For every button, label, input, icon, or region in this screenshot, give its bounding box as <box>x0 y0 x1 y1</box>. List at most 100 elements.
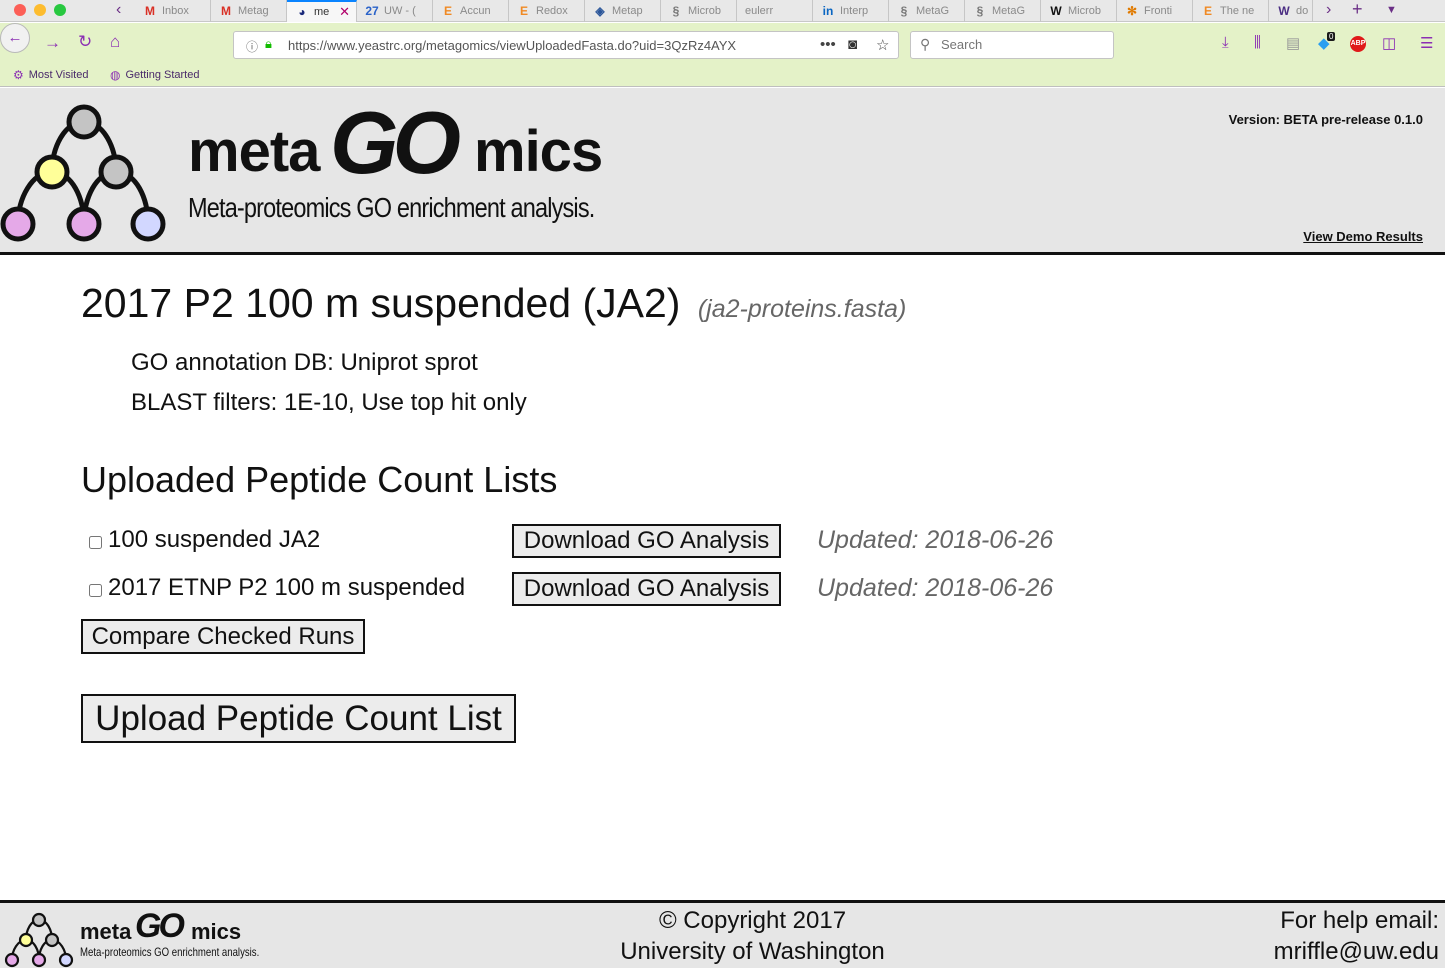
bookmark-most-visited[interactable]: ⚙ Most Visited <box>13 68 88 82</box>
download-go-analysis-button[interactable]: Download GO Analysis <box>512 572 781 606</box>
browser-tab[interactable]: ◈ Metap <box>585 0 661 22</box>
tab-label: me <box>314 6 330 18</box>
new-tab-icon[interactable]: + <box>1352 0 1363 20</box>
gmail-icon: M <box>145 4 155 18</box>
copyright-line: © Copyright 2017 <box>658 907 847 934</box>
tab-label: MetaG <box>992 5 1026 17</box>
tab-label: Fronti <box>1144 5 1173 17</box>
bookmark-star-icon[interactable]: ☆ <box>876 36 889 54</box>
browser-tab[interactable]: Wdo <box>1269 0 1313 22</box>
browser-tab[interactable]: eulerr <box>737 0 813 22</box>
close-window-button[interactable] <box>14 4 26 16</box>
help-email[interactable]: mriffle@uw.edu <box>1274 936 1439 967</box>
tab-label: UW - ( <box>384 5 416 17</box>
tab-scroll-right-icon[interactable]: › <box>1326 1 1331 19</box>
maximize-window-button[interactable] <box>54 4 66 16</box>
browser-tab[interactable]: W Microb <box>1041 0 1117 22</box>
logo-node-left <box>34 154 70 190</box>
site-footer: meta GO mics Meta-proteomics GO enrichme… <box>0 900 1445 968</box>
tab-label: Inbox <box>162 5 189 17</box>
tab-list-icon[interactable]: ▼ <box>1386 4 1397 16</box>
tab-label: MetaG <box>916 5 950 17</box>
close-tab-icon[interactable]: ✕ <box>339 4 350 20</box>
tab-scroll-left-icon[interactable]: ‹ <box>116 1 121 19</box>
link-icon: § <box>976 4 984 18</box>
search-icon: ⚲ <box>920 36 931 52</box>
reload-button[interactable]: ↻ <box>78 32 92 52</box>
compare-checked-runs-button[interactable]: Compare Checked Runs <box>81 619 365 654</box>
browser-tab[interactable]: ◕ me ✕ <box>287 0 357 22</box>
tab-label: Interp <box>840 5 869 17</box>
logo-tagline: Meta-proteomics GO enrichment analysis. <box>188 192 595 223</box>
help-label: For help email: <box>1280 907 1439 934</box>
address-bar[interactable]: ⓘ 🔒︎ https://www.yeastrc.org/metagomics/… <box>233 31 899 59</box>
adblock-icon[interactable]: ABP <box>1350 36 1366 52</box>
uw-icon: W <box>1278 4 1290 18</box>
copyright: © Copyright 2017 University of Washingto… <box>0 905 1445 967</box>
site-info-icon[interactable]: ⓘ <box>246 38 258 55</box>
section-heading: Uploaded Peptide Count Lists <box>81 459 558 500</box>
tab-label: Microb <box>688 5 722 17</box>
browser-tab[interactable]: E The ne <box>1193 0 1269 22</box>
run-updated-date: Updated: 2018-06-26 <box>817 526 1054 554</box>
logo-meta-text: meta <box>188 119 320 184</box>
run-checkbox[interactable] <box>89 584 102 597</box>
site-header: meta GO mics Meta-proteomics GO enrichme… <box>0 88 1445 255</box>
browser-tab[interactable]: § Microb <box>661 0 737 22</box>
gear-icon: ⚙ <box>13 68 24 82</box>
page-actions-icon[interactable]: ••• <box>820 36 836 53</box>
fasta-file-name: (ja2-proteins.fasta) <box>697 295 907 323</box>
back-button[interactable]: ← <box>0 23 30 53</box>
run-name: 2017 ETNP P2 100 m suspended <box>108 574 466 601</box>
sidebar-icon[interactable]: ◫ <box>1382 34 1396 52</box>
forward-button[interactable]: → <box>44 33 61 53</box>
link-icon: § <box>672 4 680 18</box>
home-button[interactable]: ⌂ <box>110 32 120 52</box>
menu-icon[interactable]: ☰ <box>1420 34 1433 52</box>
tab-label: Accun <box>460 5 491 17</box>
version-label: Version: BETA pre-release 0.1.0 <box>1228 112 1423 127</box>
browser-tab[interactable]: E Accun <box>433 0 509 22</box>
frontiers-icon: ✻ <box>1126 4 1138 18</box>
run-checkbox[interactable] <box>89 536 102 549</box>
browser-tab[interactable]: ✻ Fronti <box>1117 0 1193 22</box>
browser-tab[interactable]: M Inbox <box>135 0 211 22</box>
logo-node-bottom-1 <box>0 206 36 242</box>
downloads-icon[interactable]: ⤓ <box>1222 34 1229 51</box>
pocket-icon[interactable]: ◙ <box>848 36 857 53</box>
tab-label: Redox <box>536 5 568 17</box>
browser-tab[interactable]: in Interp <box>813 0 889 22</box>
search-box[interactable]: ⚲ <box>910 31 1114 59</box>
browser-tab[interactable]: E Redox <box>509 0 585 22</box>
reader-icon[interactable]: ▤ <box>1286 34 1300 52</box>
browser-tab[interactable]: § MetaG <box>889 0 965 22</box>
run-row: 100 suspended JA2 Download GO Analysis U… <box>81 524 1181 564</box>
download-go-analysis-button[interactable]: Download GO Analysis <box>512 524 781 558</box>
logo-node-top <box>66 104 102 140</box>
tab-label: Metap <box>612 5 643 17</box>
metagomics-logo-icon[interactable] <box>0 98 172 248</box>
e-icon: E <box>519 4 528 18</box>
e-icon: E <box>443 4 452 18</box>
browser-tab[interactable]: M Metag <box>211 0 287 22</box>
gmail-icon: M <box>221 4 231 18</box>
logo-node-bottom-2 <box>66 206 102 242</box>
globe-icon: ◍ <box>110 68 121 82</box>
linkedin-icon: in <box>822 4 834 18</box>
library-icon[interactable]: ⫼ <box>1254 34 1261 51</box>
page-title: 2017 P2 100 m suspended (JA2) (ja2-prote… <box>81 280 906 327</box>
logo-mics-text: mics <box>474 119 603 184</box>
help-contact: For help email: mriffle@uw.edu <box>1274 905 1439 967</box>
search-input[interactable] <box>941 37 1101 52</box>
browser-tab[interactable]: 27 UW - ( <box>357 0 433 22</box>
url-text[interactable]: https://www.yeastrc.org/metagomics/viewU… <box>288 38 788 53</box>
bookmark-getting-started[interactable]: ◍ Getting Started <box>110 68 199 82</box>
ship-icon: ◈ <box>595 4 605 18</box>
browser-tab[interactable]: § MetaG <box>965 0 1041 22</box>
view-demo-results-link[interactable]: View Demo Results <box>1303 229 1423 244</box>
copyright-org: University of Washington <box>620 938 885 965</box>
upload-peptide-count-list-button[interactable]: Upload Peptide Count List <box>81 694 516 743</box>
wiley-icon: W <box>1050 4 1062 18</box>
tab-strip: M Inbox M Metag ◕ me ✕ 27 UW - (E Accun E Redox ◈ Met… <box>135 0 1313 22</box>
minimize-window-button[interactable] <box>34 4 46 16</box>
